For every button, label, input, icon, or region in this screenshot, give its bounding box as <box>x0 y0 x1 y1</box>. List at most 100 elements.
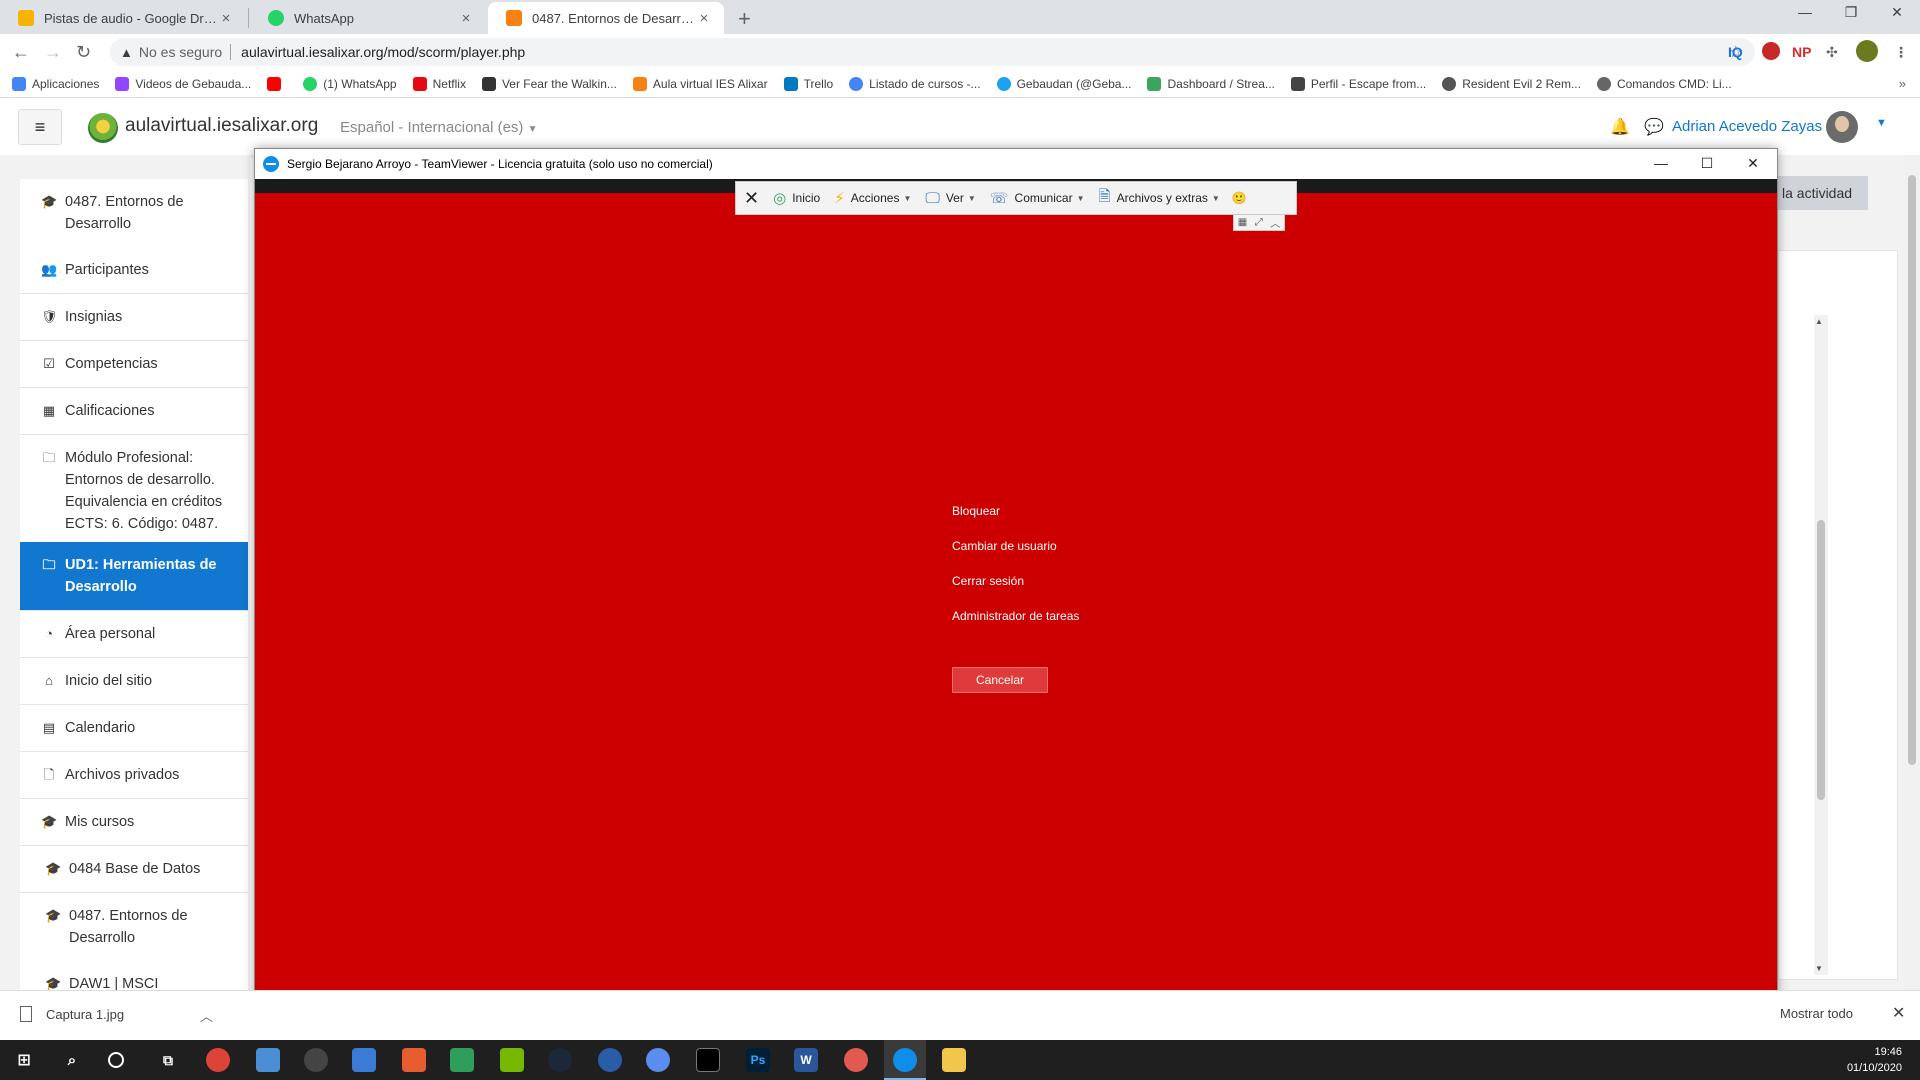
bell-icon[interactable]: 🔔 <box>1610 117 1630 137</box>
nav-competencias[interactable]: ☑ Competencias <box>20 341 248 388</box>
show-all-button[interactable]: Mostrar todo <box>1780 1006 1853 1021</box>
bookmark-dashboard[interactable]: Dashboard / Strea... <box>1147 76 1275 91</box>
fullscreen-icon[interactable]: ⤢ <box>1255 217 1263 228</box>
bookmark-apps[interactable]: Aplicaciones <box>12 76 99 91</box>
close-session-icon[interactable]: ✕ <box>744 188 759 209</box>
site-logo[interactable] <box>88 113 118 143</box>
toolbar-acciones[interactable]: ⚡ Acciones ▼ <box>834 189 911 207</box>
nav-insignias[interactable]: 🛡 Insignias <box>20 294 248 341</box>
close-icon[interactable]: × <box>458 10 474 27</box>
word-icon[interactable]: W <box>794 1048 818 1072</box>
minimize-button[interactable]: — <box>1641 155 1681 171</box>
restore-button[interactable]: ❐ <box>1828 4 1874 21</box>
scrollbar-thumb[interactable] <box>1908 175 1916 765</box>
cancel-button[interactable]: Cancelar <box>952 667 1048 693</box>
toolbar-archivos[interactable]: 🗎 Archivos y extras ▼ <box>1099 186 1220 211</box>
bookmark-youtube[interactable] <box>267 76 287 91</box>
content-scrollbar[interactable]: ▲ ▼ <box>1814 315 1828 975</box>
security-label[interactable]: No es seguro <box>139 44 222 60</box>
tab-whatsapp[interactable]: WhatsApp × <box>250 2 486 34</box>
nav-participantes[interactable]: 👥 Participantes <box>20 247 248 294</box>
nav-mis-cursos[interactable]: 🎓 Mis cursos <box>20 799 248 846</box>
toolbar-inicio[interactable]: ◎ Inicio <box>773 189 820 207</box>
bookmark-comandos-cmd[interactable]: Comandos CMD: Li... <box>1596 76 1732 91</box>
app-icon[interactable] <box>646 1048 670 1072</box>
tab-entornos-desarrollo[interactable]: 0487. Entornos de Desarrollo: Ta × <box>488 2 724 34</box>
collapse-icon[interactable]: ︿ <box>1270 215 1280 230</box>
nav-course-base-datos[interactable]: 🎓 0484 Base de Datos <box>20 846 248 893</box>
menu-dots-icon[interactable]: ⋮ <box>1894 44 1908 61</box>
nav-course-entornos-2[interactable]: 🎓 0487. Entornos de Desarrollo <box>20 893 248 962</box>
option-bloquear[interactable]: Bloquear <box>952 501 1079 536</box>
toolbar-comunicar[interactable]: ☏ Comunicar ▼ <box>990 189 1085 207</box>
search-icon[interactable]: ⌕ <box>60 1048 84 1072</box>
chevron-down-icon[interactable]: ▼ <box>1876 117 1887 129</box>
system-clock[interactable]: 19:46 01/10/2020 <box>1847 1044 1902 1076</box>
scroll-down-icon[interactable]: ▼ <box>1815 964 1823 973</box>
folder-icon[interactable] <box>942 1048 966 1072</box>
steam-icon[interactable] <box>548 1048 572 1072</box>
windows-start-icon[interactable]: ⊞ <box>12 1048 36 1072</box>
nav-inicio-sitio[interactable]: ⌂ Inicio del sitio <box>20 658 248 705</box>
app-icon[interactable] <box>450 1048 474 1072</box>
address-bar[interactable]: ▲ No es seguro aulavirtual.iesalixar.org… <box>110 38 1755 66</box>
obs-icon[interactable] <box>304 1048 328 1072</box>
bookmark-netflix[interactable]: Netflix <box>412 76 466 91</box>
nav-modulo-profesional[interactable]: 🗀 Módulo Profesional: Entornos de desarro… <box>20 435 248 548</box>
bookmark-twitch[interactable]: Videos de Gebauda... <box>115 76 251 91</box>
cortana-icon[interactable] <box>108 1052 124 1068</box>
nav-course-daw1[interactable]: 🎓 DAW1 | MSCI <box>20 961 248 990</box>
bookmarks-more-icon[interactable]: » <box>1899 76 1906 91</box>
app-icon[interactable] <box>598 1048 622 1072</box>
explorer-app-icon[interactable] <box>256 1048 280 1072</box>
bookmark-twitter[interactable]: Gebaudan (@Geba... <box>996 76 1131 91</box>
photoshop-icon[interactable]: Ps <box>746 1048 770 1072</box>
task-view-icon[interactable]: ⧉ <box>156 1048 180 1072</box>
app-icon[interactable] <box>352 1048 376 1072</box>
nav-archivos-privados[interactable]: 🗋 Archivos privados <box>20 752 248 799</box>
grid-icon[interactable]: ▦ <box>1238 217 1247 228</box>
nav-calendario[interactable]: ▤ Calendario <box>20 705 248 752</box>
bookmark-fear-walking[interactable]: Ver Fear the Walkin... <box>481 76 617 91</box>
extension-badge-icon[interactable] <box>1762 42 1780 60</box>
profile-avatar[interactable] <box>1856 40 1878 62</box>
forward-arrow-icon[interactable]: → <box>44 42 62 63</box>
app-icon[interactable] <box>844 1048 868 1072</box>
bookmark-whatsapp[interactable]: (1) WhatsApp <box>303 76 397 91</box>
activity-button[interactable]: la actividad <box>1778 176 1868 210</box>
back-arrow-icon[interactable]: ← <box>12 42 30 63</box>
download-item[interactable]: Captura 1.jpg <box>20 1006 124 1022</box>
tab-google-drive[interactable]: Pistas de audio - Google Drive × <box>0 2 246 34</box>
close-icon[interactable]: ✕ <box>1892 1003 1905 1023</box>
option-cerrar-sesion[interactable]: Cerrar sesión <box>952 571 1079 606</box>
bookmark-aula-virtual[interactable]: Aula virtual IES Alixar <box>632 76 768 91</box>
option-administrador-tareas[interactable]: Administrador de tareas <box>952 606 1079 641</box>
app-icon[interactable] <box>402 1048 426 1072</box>
scroll-up-icon[interactable]: ▲ <box>1815 317 1823 326</box>
bookmark-escape-tarkov[interactable]: Perfil - Escape from... <box>1290 76 1426 91</box>
reload-icon[interactable]: ↻ <box>76 42 91 63</box>
option-cambiar-usuario[interactable]: Cambiar de usuario <box>952 536 1079 571</box>
avatar[interactable] <box>1826 111 1858 143</box>
bookmark-resident-evil[interactable]: Resident Evil 2 Rem... <box>1442 76 1581 91</box>
bookmark-listado-cursos[interactable]: Listado de cursos -... <box>849 76 981 91</box>
chrome-icon[interactable] <box>206 1048 230 1072</box>
maximize-button[interactable]: ☐ <box>1687 155 1727 172</box>
close-icon[interactable]: × <box>696 10 712 27</box>
minimize-button[interactable]: — <box>1782 4 1828 20</box>
hamburger-menu-icon[interactable]: ≡ <box>18 109 62 145</box>
site-name[interactable]: aulavirtual.iesalixar.org <box>125 115 318 137</box>
close-window-button[interactable]: ✕ <box>1733 155 1773 172</box>
language-selector[interactable]: Español - Internacional (es) ▼ <box>340 119 538 136</box>
toolbar-ver[interactable]: 🖵 Ver ▼ <box>925 190 975 207</box>
url-text[interactable]: aulavirtual.iesalixar.org/mod/scorm/play… <box>241 44 525 60</box>
scrollbar-thumb[interactable] <box>1817 520 1825 800</box>
smiley-icon[interactable]: 🙂 <box>1232 191 1247 205</box>
page-scrollbar[interactable] <box>1904 155 1920 990</box>
terminal-icon[interactable] <box>696 1048 720 1072</box>
teamviewer-icon[interactable] <box>893 1048 917 1072</box>
chevron-up-icon[interactable]: ︿ <box>200 1006 213 1025</box>
nav-area-personal[interactable]: ◔ Área personal <box>20 611 248 658</box>
chat-icon[interactable]: 💬 <box>1644 117 1664 137</box>
user-name[interactable]: Adrian Acevedo Zayas <box>1672 118 1822 135</box>
